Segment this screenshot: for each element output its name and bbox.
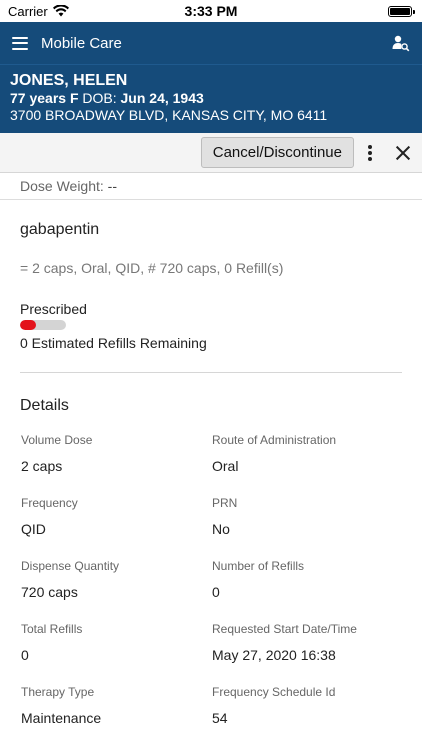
detail-value: 0 xyxy=(212,584,220,600)
detail-field: Dispense Quantity 720 caps xyxy=(21,559,212,622)
detail-label: Route of Administration xyxy=(212,433,337,447)
detail-label: Frequency xyxy=(21,496,78,510)
detail-label: Requested Start Date/Time xyxy=(212,622,357,636)
detail-value: No xyxy=(212,521,230,537)
detail-label: Number of Refills xyxy=(212,559,305,573)
order-content: gabapentin = 2 caps, Oral, QID, # 720 ca… xyxy=(0,221,422,748)
detail-value: 0 xyxy=(21,647,29,663)
details-grid: Volume Dose 2 caps Route of Administratio… xyxy=(20,433,402,748)
detail-field: Requested Start Date/Time May 27, 2020 16… xyxy=(212,622,402,685)
patient-address: 3700 BROADWAY BLVD, KANSAS CITY, MO 6411 xyxy=(10,107,328,123)
divider xyxy=(20,372,402,373)
detail-value: QID xyxy=(21,521,46,537)
app-title: Mobile Care xyxy=(41,34,122,52)
app-header: Mobile Care xyxy=(0,22,422,64)
action-bar: Cancel/Discontinue xyxy=(0,133,422,173)
detail-field: Frequency QID xyxy=(21,496,212,559)
wifi-icon xyxy=(52,5,69,17)
hamburger-menu-icon[interactable] xyxy=(12,36,28,50)
refills-remaining: 0 Estimated Refills Remaining xyxy=(20,335,207,351)
user-search-icon[interactable] xyxy=(392,34,410,52)
patient-demographics: 77 years F DOB: Jun 24, 1943 xyxy=(10,90,412,107)
detail-value: Oral xyxy=(212,458,239,474)
refills-progress-fill xyxy=(20,320,37,330)
detail-field: Therapy Type Maintenance xyxy=(21,685,212,748)
details-title: Details xyxy=(20,397,69,414)
detail-field: Frequency Schedule Id 54 xyxy=(212,685,402,748)
patient-name: JONES, HELEN xyxy=(10,72,128,89)
refills-progress-bar xyxy=(20,320,66,330)
detail-value: May 27, 2020 16:38 xyxy=(212,647,336,663)
dose-weight-value: -- xyxy=(107,178,117,194)
detail-field: Volume Dose 2 caps xyxy=(21,433,212,496)
detail-value: 2 caps xyxy=(21,458,63,474)
medication-name: gabapentin xyxy=(20,221,100,238)
more-options-icon[interactable] xyxy=(368,144,372,161)
battery-icon xyxy=(388,5,415,17)
detail-value: Maintenance xyxy=(21,710,102,726)
detail-value: 54 xyxy=(212,710,228,726)
detail-label: Dispense Quantity xyxy=(21,559,120,573)
medication-sig: = 2 caps, Oral, QID, # 720 caps, 0 Refil… xyxy=(20,260,284,276)
prescription-status: Prescribed xyxy=(20,301,87,317)
close-icon[interactable] xyxy=(396,146,410,160)
dob-label: DOB: xyxy=(82,90,117,106)
detail-field: Number of Refills 0 xyxy=(212,559,402,622)
patient-banner: JONES, HELEN 77 years F DOB: Jun 24, 194… xyxy=(0,64,422,133)
carrier-label: Carrier xyxy=(8,3,48,19)
patient-dob: Jun 24, 1943 xyxy=(120,90,204,106)
detail-label: Volume Dose xyxy=(21,433,93,447)
cancel-discontinue-button[interactable]: Cancel/Discontinue xyxy=(200,137,354,168)
detail-field: Total Refills 0 xyxy=(21,622,212,685)
status-bar: Carrier 3:33 PM xyxy=(0,0,422,22)
status-left: Carrier xyxy=(8,4,69,19)
detail-field: Route of Administration Oral xyxy=(212,433,402,496)
detail-label: Total Refills xyxy=(21,622,83,636)
patient-age-sex: 77 years F xyxy=(10,90,79,106)
battery-level xyxy=(390,7,410,15)
detail-label: PRN xyxy=(212,496,238,510)
detail-field: PRN No xyxy=(212,496,402,559)
detail-label: Therapy Type xyxy=(21,685,95,699)
detail-label: Frequency Schedule Id xyxy=(212,685,336,699)
dose-weight-label: Dose Weight: xyxy=(20,178,104,194)
detail-value: 720 caps xyxy=(21,584,78,600)
dose-weight-row: Dose Weight: -- xyxy=(0,173,422,200)
